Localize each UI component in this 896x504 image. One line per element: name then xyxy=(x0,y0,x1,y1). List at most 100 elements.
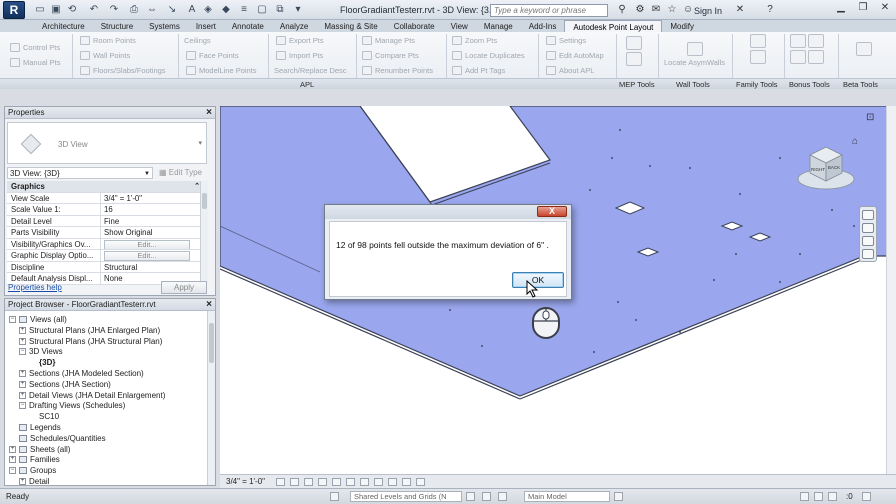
sign-in-link[interactable]: Sign In xyxy=(694,6,722,16)
collapse-icon[interactable]: − xyxy=(19,402,26,410)
property-value[interactable]: Show Original xyxy=(101,227,200,238)
restore-view-icon[interactable]: ⊡ xyxy=(866,112,874,123)
close-icon[interactable]: ✕ xyxy=(878,2,892,13)
analytical-model-icon[interactable] xyxy=(416,478,425,486)
mep-tools-button[interactable] xyxy=(626,36,642,68)
close-icon[interactable]: × xyxy=(206,299,212,311)
subscription-icon[interactable]: ⚙ xyxy=(634,4,646,16)
floors-slabs-footings-button[interactable]: Floors/Slabs/Footings xyxy=(80,64,166,76)
dialog-close-button[interactable]: X xyxy=(537,206,567,217)
zoom-icon[interactable] xyxy=(862,223,874,233)
temporary-hide-icon[interactable] xyxy=(388,478,397,486)
expand-icon[interactable]: + xyxy=(19,478,26,485)
tab-autodesk-point-layout[interactable]: Autodesk Point Layout xyxy=(564,20,663,32)
viewcube[interactable]: RIGHT BACK xyxy=(796,145,856,193)
thin-lines-icon[interactable]: ≡ xyxy=(238,4,250,16)
communication-icon[interactable]: ✉ xyxy=(650,4,662,16)
collapse-icon[interactable]: − xyxy=(9,316,16,323)
tab-modify[interactable]: Modify xyxy=(662,20,702,32)
control-pts-button[interactable]: Control Pts xyxy=(10,41,60,53)
close-hidden-icon[interactable]: ▢ xyxy=(256,4,268,16)
tree-item[interactable]: + Families xyxy=(9,454,60,465)
close-icon[interactable]: × xyxy=(206,107,212,119)
manual-pts-button[interactable]: Manual Pts xyxy=(10,56,61,68)
rendering-icon[interactable] xyxy=(332,478,341,486)
tree-item[interactable]: − Views (all) xyxy=(9,314,67,325)
design-options-icon[interactable] xyxy=(482,492,491,501)
tree-item[interactable]: + Sections (JHA Modeled Section) xyxy=(19,368,144,379)
tree-item[interactable]: SC10 xyxy=(29,411,59,422)
properties-scrollbar[interactable] xyxy=(200,181,208,281)
minimize-icon[interactable]: ▁ xyxy=(834,2,848,13)
export-pts-button[interactable]: Export Pts xyxy=(276,34,324,46)
tree-item[interactable]: + Sections (JHA Section) xyxy=(19,379,111,390)
modelline-points-button[interactable]: ModelLine Points xyxy=(186,64,257,76)
zoom-pts-button[interactable]: Zoom Pts xyxy=(452,34,497,46)
dimension-icon[interactable]: ↘ xyxy=(166,4,178,16)
active-workset-dropdown[interactable]: Shared Levels and Grids (N xyxy=(350,491,462,502)
select-underlay-icon[interactable] xyxy=(800,492,809,501)
settings-button[interactable]: Settings xyxy=(546,34,586,46)
collapse-icon[interactable]: − xyxy=(9,467,16,475)
edit-type-button[interactable]: ▦ Edit Type xyxy=(159,167,202,179)
sync-icon[interactable]: ⟲ xyxy=(66,4,78,16)
tab-architecture[interactable]: Architecture xyxy=(34,20,93,32)
family-tools-button[interactable] xyxy=(750,34,766,66)
import-pts-button[interactable]: Import Pts xyxy=(276,49,323,61)
property-row[interactable]: Parts Visibility Show Original xyxy=(7,227,200,239)
browser-scrollbar[interactable] xyxy=(207,311,215,485)
edit-button[interactable]: Edit... xyxy=(104,251,190,261)
editable-only-icon[interactable] xyxy=(466,492,475,501)
expand-icon[interactable]: + xyxy=(19,326,26,334)
property-row[interactable]: Graphic Display Optio... Edit... xyxy=(7,250,200,262)
scrollbar-thumb[interactable] xyxy=(209,323,214,363)
bonus-tools-button[interactable] xyxy=(790,34,806,66)
steering-wheel-icon[interactable] xyxy=(862,210,874,220)
view-scrollbar[interactable] xyxy=(886,106,896,486)
scrollbar-thumb[interactable] xyxy=(202,193,207,209)
tree-item[interactable]: Schedules/Quantities xyxy=(9,433,106,444)
edit-automap-button[interactable]: Edit AutoMap xyxy=(546,49,604,61)
expand-icon[interactable]: + xyxy=(19,391,26,399)
type-selector[interactable]: 3D View ▾ xyxy=(7,122,207,164)
application-menu-button[interactable]: R xyxy=(3,1,25,19)
tab-annotate[interactable]: Annotate xyxy=(224,20,272,32)
filter-icon[interactable] xyxy=(862,492,871,501)
undo-icon[interactable]: ↶ xyxy=(88,4,100,16)
tab-collaborate[interactable]: Collaborate xyxy=(386,20,443,32)
exchange-icon[interactable]: ✕ xyxy=(734,4,746,16)
collapse-icon[interactable]: − xyxy=(19,348,26,356)
tree-item[interactable]: − Groups xyxy=(9,465,56,476)
renumber-points-button[interactable]: Renumber Points xyxy=(362,64,433,76)
reveal-hidden-icon[interactable] xyxy=(402,478,411,486)
tree-item[interactable]: + Sheets (all) xyxy=(9,444,70,455)
tab-insert[interactable]: Insert xyxy=(188,20,224,32)
property-value[interactable]: 16 xyxy=(101,204,200,215)
bonus-tools-button-2[interactable] xyxy=(808,34,824,66)
tree-item[interactable]: {3D} xyxy=(29,357,55,368)
property-row[interactable]: Detail Level Fine xyxy=(7,215,200,227)
tab-massing-site[interactable]: Massing & Site xyxy=(316,20,385,32)
view-scale-label[interactable]: 3/4" = 1'-0" xyxy=(226,477,265,486)
expand-icon[interactable]: + xyxy=(19,370,26,377)
crop-view-icon[interactable] xyxy=(346,478,355,486)
property-row[interactable]: Scale Value 1: 16 xyxy=(7,204,200,216)
properties-help-link[interactable]: Properties help xyxy=(8,283,62,292)
edit-button[interactable]: Edit... xyxy=(104,239,190,249)
user-icon[interactable]: ☺ xyxy=(682,4,694,16)
ceilings-button[interactable]: Ceilings xyxy=(184,34,211,46)
tab-structure[interactable]: Structure xyxy=(93,20,141,32)
3d-view-icon[interactable]: ◈ xyxy=(202,4,214,16)
tab-manage[interactable]: Manage xyxy=(476,20,521,32)
detail-level-icon[interactable] xyxy=(276,478,285,486)
orbit-icon[interactable] xyxy=(862,249,874,259)
qat-dropdown-icon[interactable]: ▾ xyxy=(292,4,304,16)
tree-item[interactable]: + Detail xyxy=(19,476,49,485)
expand-icon[interactable]: + xyxy=(9,445,16,453)
face-points-button[interactable]: Face Points xyxy=(186,49,239,61)
search-input[interactable]: Type a keyword or phrase xyxy=(490,4,608,17)
locate-duplicates-button[interactable]: Locate Duplicates xyxy=(452,49,525,61)
print-icon[interactable]: ⎙ xyxy=(128,4,140,16)
tree-item[interactable]: −3D Views xyxy=(19,346,63,357)
redo-icon[interactable]: ↷ xyxy=(108,4,120,16)
